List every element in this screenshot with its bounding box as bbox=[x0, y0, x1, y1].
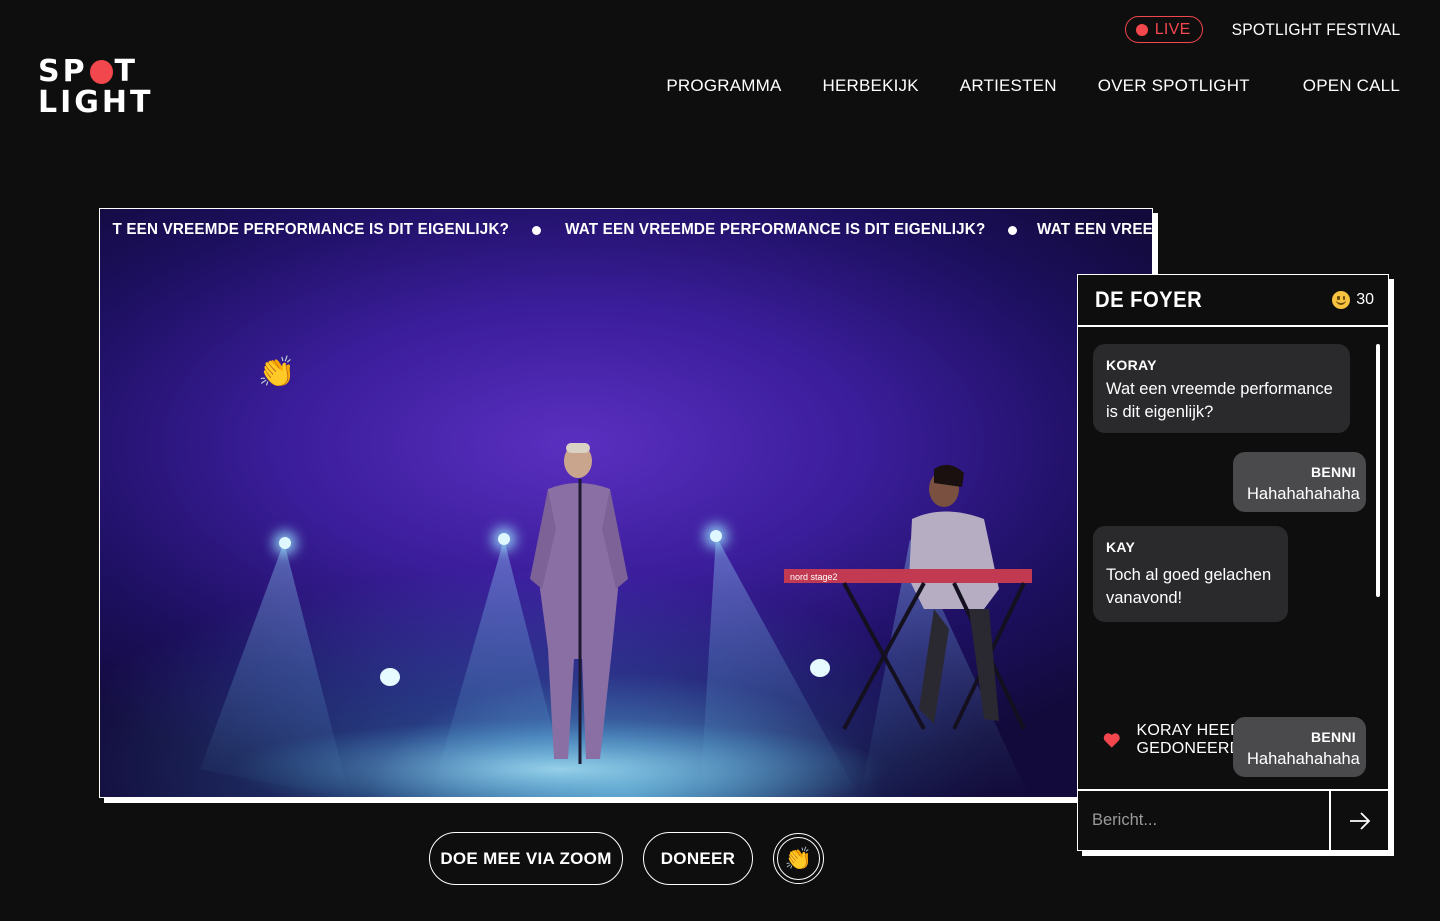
spotlight-2 bbox=[498, 533, 510, 545]
ticker-banner: T EEN VREEMDE PERFORMANCE IS DIT EIGENLI… bbox=[100, 209, 1152, 251]
message-author: KORAY bbox=[1106, 357, 1157, 373]
nav-open-call[interactable]: OPEN CALL bbox=[1303, 76, 1400, 96]
nav-over-spotlight[interactable]: OVER SPOTLIGHT bbox=[1098, 76, 1250, 96]
clap-button[interactable]: 👏 bbox=[773, 833, 824, 884]
message-author: KAY bbox=[1106, 539, 1136, 555]
message-author: BENNI bbox=[1310, 729, 1356, 745]
arrow-right-icon bbox=[1349, 811, 1370, 830]
main-nav: PROGRAMMA HERBEKIJK ARTIESTEN OVER SPOTL… bbox=[625, 76, 1400, 96]
video-player[interactable]: nord stage2 👏 T EEN VREEMDE PERFORMANCE … bbox=[99, 208, 1153, 798]
message-text: Hahahahahaha bbox=[1247, 485, 1360, 503]
chat-composer bbox=[1078, 789, 1388, 850]
live-status: LIVE SPOTLIGHT FESTIVAL bbox=[1124, 16, 1400, 43]
message-text: Toch al goed gelachen vanavond! bbox=[1106, 566, 1272, 607]
message-text: Hahahahahaha bbox=[1247, 750, 1360, 768]
spotlight-1 bbox=[279, 537, 291, 549]
send-button[interactable] bbox=[1329, 791, 1388, 850]
stage-video: nord stage2 👏 bbox=[100, 209, 1152, 797]
live-badge[interactable]: LIVE bbox=[1124, 16, 1203, 43]
ticker-item-partial-end: WAT EEN VREEMDE PERFORMANC bbox=[1037, 221, 1152, 238]
chat-message: KAY Toch al goed gelachen vanavond! bbox=[1093, 526, 1288, 622]
viewer-count: 30 bbox=[1332, 291, 1374, 309]
keyboard-label: nord stage2 bbox=[790, 572, 838, 582]
logo-dot bbox=[89, 59, 113, 84]
smiley-icon bbox=[1332, 291, 1351, 309]
chat-message-input[interactable] bbox=[1078, 791, 1329, 850]
logo-text-light: LIGHT bbox=[38, 84, 154, 120]
message-author: BENNI bbox=[1310, 464, 1356, 480]
logo-text-sp: SP bbox=[38, 53, 88, 89]
festival-link[interactable]: SPOTLIGHT FESTIVAL bbox=[1231, 20, 1400, 40]
nav-herbekijk[interactable]: HERBEKIJK bbox=[823, 76, 919, 96]
chat-scrollbar[interactable] bbox=[1376, 344, 1380, 597]
ticker-separator bbox=[1008, 225, 1018, 235]
nav-programma[interactable]: PROGRAMMA bbox=[666, 76, 781, 96]
spotlight-3 bbox=[710, 530, 722, 542]
chat-message: BENNI Hahahahahaha bbox=[1233, 717, 1366, 777]
ticker-item: WAT EEN VREEMDE PERFORMANCE IS DIT EIGEN… bbox=[564, 221, 985, 238]
logo-text-t: T bbox=[114, 53, 138, 89]
ticker-item-partial: T EEN VREEMDE PERFORMANCE IS DIT EIGENLI… bbox=[112, 221, 510, 238]
message-text: Wat een vreemde performance is dit eigen… bbox=[1106, 380, 1333, 421]
chat-message: BENNI Hahahahahaha bbox=[1233, 452, 1366, 512]
chat-title: DE FOYER bbox=[1095, 287, 1203, 312]
floating-clap-reaction-icon: 👏 bbox=[258, 356, 296, 389]
viewer-count-value: 30 bbox=[1356, 291, 1374, 308]
spotlight-logo[interactable]: SP T LIGHT bbox=[38, 53, 150, 118]
donate-button[interactable]: DONEER bbox=[643, 832, 753, 885]
ticker-separator bbox=[531, 225, 541, 235]
page: SP T LIGHT LIVE SPOTLIGHT FESTIVAL PROGR… bbox=[0, 0, 1440, 921]
join-zoom-button[interactable]: DOE MEE VIA ZOOM bbox=[429, 832, 623, 885]
live-label: LIVE bbox=[1154, 20, 1191, 38]
clapping-hands-icon: 👏 bbox=[777, 837, 820, 880]
singer-figure bbox=[530, 443, 628, 764]
chat-messages[interactable]: KORAY Wat een vreemde performance is dit… bbox=[1078, 327, 1388, 789]
chat-message: KORAY Wat een vreemde performance is dit… bbox=[1093, 344, 1350, 433]
chat-header: DE FOYER 30 bbox=[1078, 275, 1388, 327]
player-actions: DOE MEE VIA ZOOM DONEER 👏 bbox=[429, 832, 824, 885]
heart-icon bbox=[1103, 733, 1120, 748]
nav-artiesten[interactable]: ARTIESTEN bbox=[960, 76, 1057, 96]
live-dot-icon bbox=[1135, 23, 1148, 36]
chat-panel: DE FOYER 30 KORAY Wat een vreemde perfor… bbox=[1077, 274, 1389, 851]
keyboard-player-figure: nord stage2 bbox=[784, 464, 1032, 730]
